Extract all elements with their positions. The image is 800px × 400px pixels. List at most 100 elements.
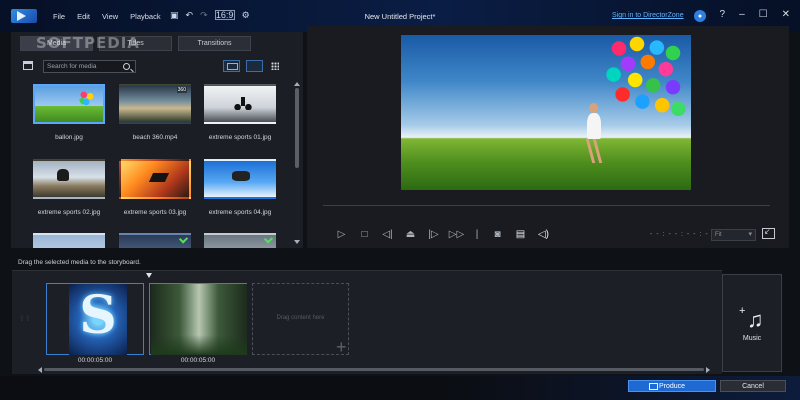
media-item[interactable] <box>29 233 109 248</box>
media-thumbnail <box>33 159 105 199</box>
signin-link[interactable]: Sign in to DirectorZone <box>612 12 684 19</box>
previous-frame-icon[interactable]: ◁| <box>376 229 399 241</box>
in-use-check-icon <box>178 235 189 244</box>
image-filter-button[interactable] <box>246 60 263 72</box>
add-clip-icon[interactable]: + <box>336 338 347 356</box>
minimize-button[interactable]: – <box>739 9 745 20</box>
library-scrollbar[interactable] <box>294 82 300 244</box>
search-input[interactable] <box>44 61 114 72</box>
timecode-display: - - : - - : - - : - - <box>650 231 715 238</box>
plus-icon: + <box>739 305 746 317</box>
stop-icon[interactable]: □ <box>353 229 376 241</box>
scroll-down-icon[interactable] <box>294 240 300 244</box>
menu-edit[interactable]: Edit <box>77 12 90 21</box>
media-label: ballon.jpg <box>55 134 83 141</box>
playhead-marker[interactable] <box>146 273 152 278</box>
360-badge: 360 <box>176 87 187 93</box>
undo-icon[interactable]: ↶ <box>186 10 194 20</box>
separator: | <box>475 229 479 240</box>
play-icon[interactable]: ▷ <box>330 229 353 241</box>
clip-thumbnail <box>69 284 127 355</box>
media-item[interactable] <box>200 233 280 248</box>
scroll-thumb[interactable] <box>44 368 704 371</box>
clip-thumbnail <box>151 284 247 355</box>
snapshot-icon[interactable]: ◙ <box>486 229 509 241</box>
music-label: Music <box>742 335 762 342</box>
preview-balloons <box>601 35 691 125</box>
music-note-icon: ♫ <box>747 307 764 332</box>
volume-icon[interactable]: ◁) <box>532 229 555 241</box>
media-label: extreme sports 02.jpg <box>37 209 101 216</box>
media-thumbnail <box>33 233 105 248</box>
storyboard-hint: Drag the selected media to the storyboar… <box>18 259 141 266</box>
storyboard-scrollbar[interactable] <box>38 367 710 373</box>
grid-view-icon[interactable] <box>271 62 279 70</box>
subtitle-icon[interactable]: ▤ <box>509 229 532 241</box>
storyboard-clip[interactable]: 00:00:05:00 <box>46 283 144 364</box>
clip-duration: 00:00:05:00 <box>77 357 113 364</box>
settings-icon[interactable]: ⚙ <box>242 10 250 20</box>
storyboard-handle-icon[interactable]: ⋮⋮ <box>18 315 32 329</box>
tab-transitions[interactable]: Transitions <box>178 36 251 51</box>
media-item[interactable]: extreme sports 01.jpg <box>200 84 280 141</box>
window-controls: ? – ☐ ✕ <box>720 9 790 20</box>
library-toolbar <box>11 58 303 76</box>
media-thumbnail <box>204 233 276 248</box>
close-button[interactable]: ✕ <box>782 9 790 20</box>
media-thumbnail: 360 <box>119 84 191 124</box>
media-library-panel: Media Titles Transitions ballon.jpg 360 … <box>11 32 303 248</box>
playback-progress-bar[interactable] <box>323 205 770 206</box>
playback-controls: ▷ □ ◁| ⏏ |▷ ▷▷ | ◙ ▤ ◁) <box>330 229 555 241</box>
save-icon[interactable]: ▣ <box>170 10 179 20</box>
menu-bar: File Edit View Playback <box>53 12 161 21</box>
help-button[interactable]: ? <box>720 9 726 20</box>
media-thumbnail <box>204 84 276 124</box>
preview-window[interactable] <box>401 35 691 190</box>
quick-toolbar: ▣ ↶ ↷ 16:9 ⚙ <box>170 10 250 20</box>
next-frame-icon[interactable]: |▷ <box>422 229 445 241</box>
cancel-button[interactable]: Cancel <box>720 380 786 392</box>
menu-view[interactable]: View <box>102 12 118 21</box>
media-grid: ballon.jpg 360 beach 360.mp4 extreme spo… <box>11 82 294 248</box>
media-thumbnail <box>204 159 276 199</box>
video-filter-button[interactable] <box>223 60 240 72</box>
media-item[interactable]: extreme sports 02.jpg <box>29 159 109 216</box>
media-item[interactable]: extreme sports 04.jpg <box>200 159 280 216</box>
menu-file[interactable]: File <box>53 12 65 21</box>
media-item[interactable]: 360 beach 360.mp4 <box>115 84 195 141</box>
tab-titles[interactable]: Titles <box>99 36 172 51</box>
import-media-icon[interactable] <box>23 61 33 70</box>
media-label: extreme sports 01.jpg <box>208 134 272 141</box>
produce-label: Produce <box>658 382 686 390</box>
maximize-button[interactable]: ☐ <box>759 9 768 20</box>
in-use-check-icon <box>263 235 274 244</box>
media-label: extreme sports 03.jpg <box>123 209 187 216</box>
produce-icon <box>649 383 658 390</box>
storyboard-clip[interactable]: 00:00:05:00 <box>149 283 247 364</box>
app-logo-icon[interactable] <box>11 9 37 23</box>
search-box <box>43 60 136 73</box>
split-icon[interactable]: ⏏ <box>399 229 422 241</box>
drop-placeholder: Drag content here <box>276 315 325 321</box>
media-thumbnail <box>33 84 105 124</box>
redo-icon[interactable]: ↷ <box>200 10 208 20</box>
aspect-ratio-select[interactable]: 16:9 <box>214 10 235 20</box>
media-thumbnail <box>119 233 191 248</box>
scroll-thumb[interactable] <box>295 88 299 168</box>
detach-preview-icon[interactable] <box>762 227 775 239</box>
media-item[interactable]: extreme sports 03.jpg <box>115 159 195 216</box>
add-music-button[interactable]: + ♫ Music <box>722 274 782 372</box>
zoom-fit-select[interactable]: Fit <box>711 229 756 241</box>
scroll-up-icon[interactable] <box>294 82 300 86</box>
media-item[interactable] <box>115 233 195 248</box>
scroll-left-icon[interactable] <box>38 367 42 373</box>
fast-forward-icon[interactable]: ▷▷ <box>445 229 468 241</box>
scroll-right-icon[interactable] <box>706 367 710 373</box>
menu-playback[interactable]: Playback <box>130 12 160 21</box>
bell-icon[interactable]: ● <box>694 10 706 22</box>
tab-media[interactable]: Media <box>20 36 93 51</box>
drop-target[interactable]: Drag content here <box>252 283 349 355</box>
produce-button[interactable]: Produce <box>628 380 716 392</box>
search-icon[interactable] <box>123 63 130 70</box>
media-item[interactable]: ballon.jpg <box>29 84 109 141</box>
